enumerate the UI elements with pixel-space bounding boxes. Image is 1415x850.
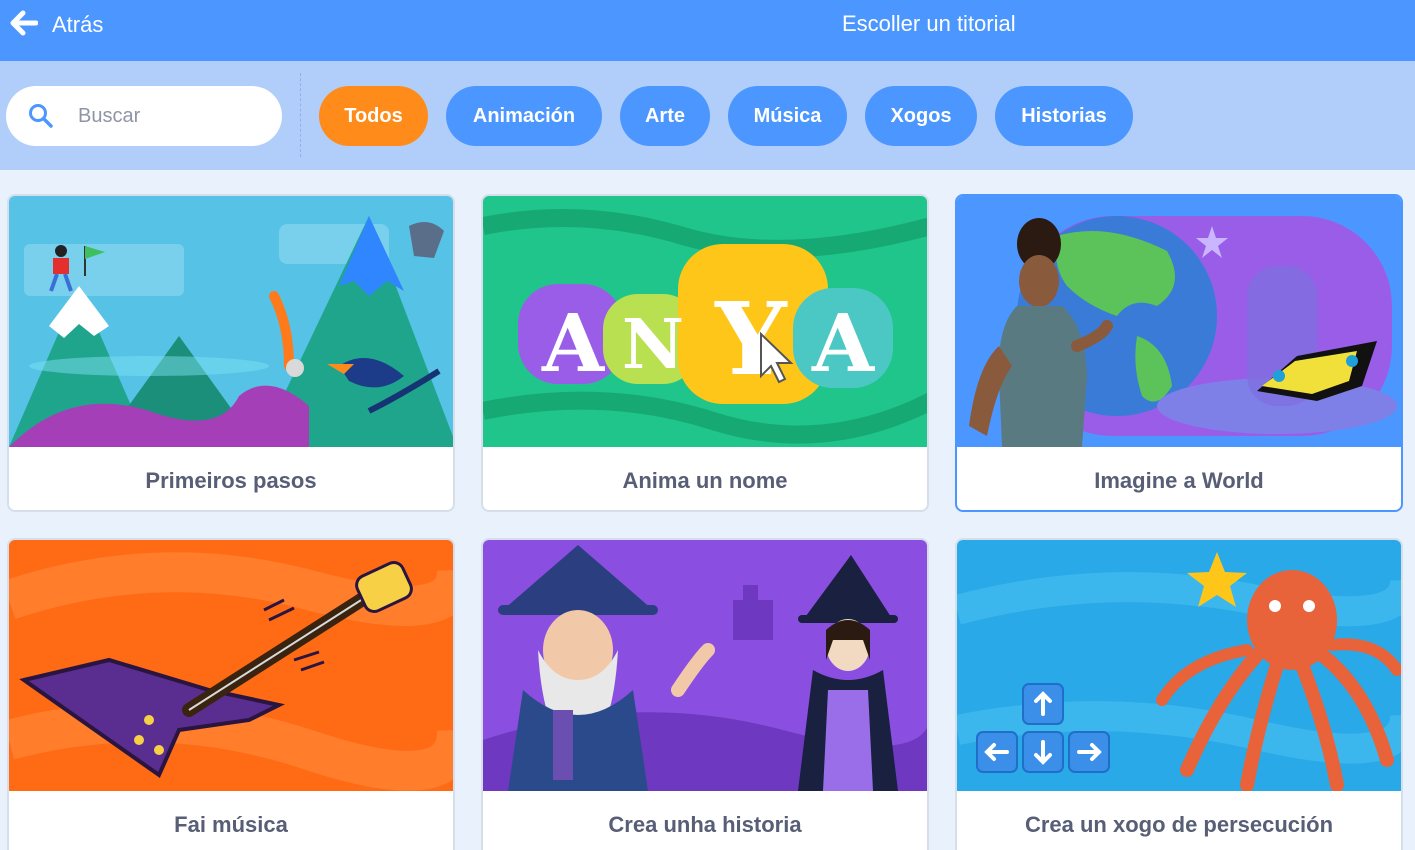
search-input[interactable] <box>78 104 258 128</box>
tutorial-title: Crea unha historia <box>608 812 802 837</box>
tutorial-card-anima-un-nome[interactable]: A N Y A Anima un nome <box>481 194 929 512</box>
tutorial-title: Primeiros pasos <box>145 468 317 493</box>
svg-text:A: A <box>811 296 875 390</box>
tutorial-thumbnail: A N Y A <box>483 196 927 447</box>
tutorial-card-crea-unha-historia[interactable]: Crea unha historia <box>481 538 929 850</box>
tutorial-thumbnail <box>9 540 453 791</box>
search-icon <box>28 101 58 131</box>
back-button[interactable]: Atrás <box>10 8 103 42</box>
back-label: Atrás <box>52 12 104 37</box>
tutorial-thumbnail <box>957 196 1401 447</box>
tutorial-card-imagine-a-world[interactable]: Imagine a World <box>955 194 1403 512</box>
filter-bar: Todos Animación Arte Música Xogos Histor… <box>0 61 1415 170</box>
tutorial-card-crea-un-xogo-de-persecucion[interactable]: Crea un xogo de persecución <box>955 538 1403 850</box>
filter-xogos[interactable]: Xogos <box>865 86 977 146</box>
filter-musica[interactable]: Música <box>728 86 847 146</box>
tutorial-title: Anima un nome <box>622 468 788 493</box>
search-box[interactable] <box>6 86 282 146</box>
tutorial-thumbnail <box>957 540 1401 791</box>
tutorial-card-primeiros-pasos[interactable]: Primeiros pasos <box>7 194 455 512</box>
back-arrow-icon <box>10 10 39 41</box>
top-bar: Atrás Escoller un titorial <box>0 0 1415 61</box>
filter-todos[interactable]: Todos <box>319 86 428 146</box>
filter-arte[interactable]: Arte <box>620 86 710 146</box>
tutorial-title: Fai música <box>174 812 288 837</box>
filter-historias[interactable]: Historias <box>995 86 1133 146</box>
divider <box>300 73 301 157</box>
tutorial-card-fai-musica[interactable]: Fai música <box>7 538 455 850</box>
tutorial-thumbnail <box>483 540 927 791</box>
filter-animacion[interactable]: Animación <box>446 86 602 146</box>
tutorial-title: Imagine a World <box>1094 468 1264 493</box>
page-title: Escoller un titorial <box>842 11 1016 36</box>
svg-text:N: N <box>622 305 684 385</box>
tutorial-thumbnail <box>9 196 453 447</box>
svg-text:A: A <box>541 296 605 390</box>
tutorial-title: Crea un xogo de persecución <box>1024 812 1334 837</box>
